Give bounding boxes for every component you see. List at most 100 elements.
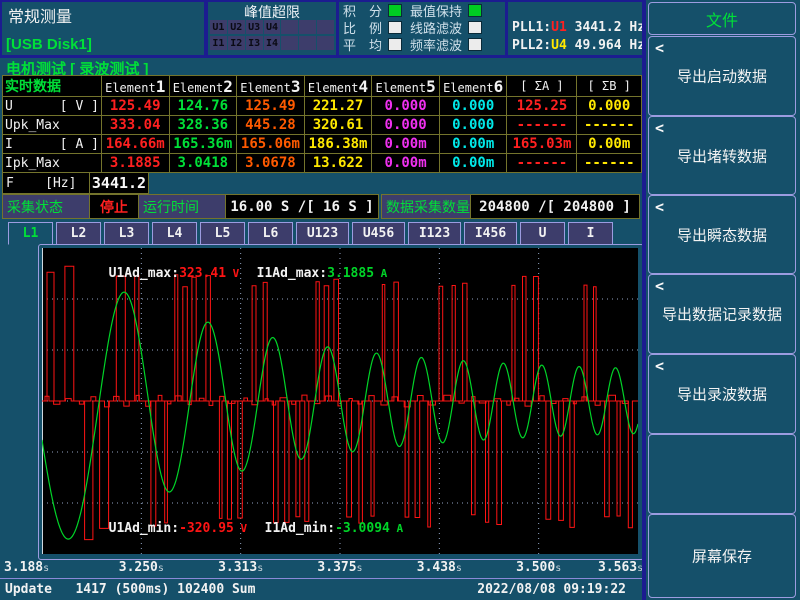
- column-header-element3: Element3: [237, 76, 305, 97]
- column-header-text: Element: [173, 81, 224, 95]
- column-header-number: 3: [291, 77, 301, 96]
- runtime-value: 16.00 S /[ 16 S ]: [225, 194, 379, 219]
- indicator-left-led: [388, 38, 402, 51]
- indicator-row: 积 分最值保持: [339, 2, 505, 19]
- column-header-text: Element: [240, 81, 291, 95]
- softkey-button-2[interactable]: <导出堵转数据: [648, 116, 796, 195]
- peak-cell-empty: [299, 20, 316, 34]
- i-max-unit: A: [374, 267, 387, 280]
- row-label: Ipk_Max: [3, 154, 102, 173]
- row-label: U [ V ]: [3, 97, 102, 116]
- column-header-element1: Element1: [101, 76, 169, 97]
- tab-u123[interactable]: U123: [296, 222, 349, 245]
- table-value: ------: [577, 116, 642, 135]
- softkey-button-3[interactable]: < 导出瞬态数据: [648, 195, 796, 274]
- peak-cell-u1: U1: [210, 20, 227, 34]
- u-min-name: U1Ad_min:: [109, 521, 179, 536]
- table-value: 125.49: [101, 97, 169, 116]
- tab-l3[interactable]: L3: [104, 222, 149, 245]
- i-min-value: -3.0094: [335, 521, 390, 536]
- acq-status-value: 停止: [89, 194, 139, 219]
- x-tick-label: 3.188s: [4, 560, 49, 575]
- pll1-readout: PLL1:U1 3441.2 Hz: [512, 20, 645, 35]
- back-arrow-icon: <: [655, 277, 664, 295]
- column-header-text: [ ΣA ]: [520, 79, 563, 93]
- column-header-number: 2: [223, 77, 233, 96]
- column-header-element5: Element5: [372, 76, 440, 97]
- table-value: 3.0678: [237, 154, 305, 173]
- indicator-right-label: 频率滤波: [410, 35, 462, 54]
- table-value: 221.27: [304, 97, 372, 116]
- table-value: 0.000: [372, 116, 440, 135]
- tab-l2[interactable]: L2: [56, 222, 101, 245]
- indicator-row: 平 均频率滤波: [339, 36, 505, 53]
- i-min-name: I1Ad_min:: [265, 521, 335, 536]
- mode-title: 常规测量: [8, 3, 72, 27]
- i-min-readout: I1Ad_min:-3.0094 A: [202, 506, 403, 551]
- peak-cell-empty: [317, 20, 334, 34]
- softkey-button-5[interactable]: <导出录波数据: [648, 354, 796, 434]
- table-value: 0.000: [577, 97, 642, 116]
- usb-disk-label: [USB Disk1]: [6, 36, 92, 53]
- back-arrow-icon: <: [655, 198, 664, 216]
- table-value: 0.00m: [439, 154, 507, 173]
- measurement-indicators-panel: 积 分最值保持比 例线路滤波平 均频率滤波: [339, 2, 505, 55]
- column-header-element4: Element4: [304, 76, 372, 97]
- column-header-text: [ ΣB ]: [588, 79, 631, 93]
- softkey-button-7[interactable]: 屏幕保存: [648, 514, 796, 598]
- column-header-number: 4: [358, 77, 368, 96]
- tab-i[interactable]: I: [568, 222, 613, 245]
- peak-overlimit-row-current: I1I2I3I4: [210, 36, 334, 50]
- realtime-data-table: 实时数据Element1Element2Element3Element4Elem…: [2, 75, 642, 173]
- column-header-number: 6: [494, 77, 504, 96]
- softkey-label: 导出录波数据: [649, 384, 795, 405]
- sample-count-value: 204800 /[ 204800 ]: [470, 194, 640, 219]
- acq-status-label: 采集状态: [2, 194, 94, 219]
- tab-l4[interactable]: L4: [152, 222, 197, 245]
- tab-i123[interactable]: I123: [408, 222, 461, 245]
- power-analyzer-screen: 常规测量 [USB Disk1] 峰值超限 U1U2U3U4 I1I2I3I4 …: [0, 0, 800, 600]
- softkey-button-empty[interactable]: [648, 434, 796, 514]
- tab-u456[interactable]: U456: [352, 222, 405, 245]
- peak-cell-i1: I1: [210, 36, 227, 50]
- tab-l6[interactable]: L6: [248, 222, 293, 245]
- u-max-name: U1Ad_max:: [109, 266, 179, 281]
- i-max-readout: I1Ad_max:3.1885 A: [194, 251, 387, 296]
- table-value: 0.000: [439, 97, 507, 116]
- table-value: 0.00m: [372, 154, 440, 173]
- tab-l5[interactable]: L5: [200, 222, 245, 245]
- peak-cell-i4: I4: [264, 36, 281, 50]
- indicator-right-led: [468, 4, 482, 17]
- softkey-label: 导出瞬态数据: [649, 224, 795, 245]
- table-value: 320.61: [304, 116, 372, 135]
- indicator-left-led: [388, 4, 402, 17]
- table-value: ------: [577, 154, 642, 173]
- indicator-row: 比 例线路滤波: [339, 19, 505, 36]
- tab-i456[interactable]: I456: [464, 222, 517, 245]
- tab-l1[interactable]: L1: [8, 222, 53, 245]
- table-value: 124.76: [169, 97, 237, 116]
- table-value: 3.0418: [169, 154, 237, 173]
- table-value: 328.36: [169, 116, 237, 135]
- x-tick-label: 3.313s: [218, 560, 263, 575]
- softkey-button-1[interactable]: <导出启动数据: [648, 36, 796, 116]
- softkey-button-4[interactable]: <导出数据记录数据: [648, 274, 796, 354]
- frequency-value: 3441.2: [89, 172, 149, 194]
- row-label: Upk_Max: [3, 116, 102, 135]
- column-header-text: Element: [308, 81, 359, 95]
- i-min-unit: A: [390, 522, 403, 535]
- column-header-element6: Element6: [439, 76, 507, 97]
- peak-cell-empty: [281, 20, 298, 34]
- column-header-text: Element: [443, 81, 494, 95]
- row-label: I [ A ]: [3, 135, 102, 154]
- softkey-label: 导出堵转数据: [649, 145, 795, 166]
- pll-name: PLL2:: [512, 38, 551, 53]
- tab-u[interactable]: U: [520, 222, 565, 245]
- peak-cell-i2: I2: [228, 36, 245, 50]
- peak-overlimit-panel: 峰值超限 U1U2U3U4 I1I2I3I4: [208, 2, 336, 55]
- table-value: 165.06m: [237, 135, 305, 154]
- column-header-number: 5: [426, 77, 436, 96]
- x-tick-label: 3.500s: [516, 560, 561, 575]
- table-value: 3.1885: [101, 154, 169, 173]
- table-value: 0.00m: [577, 135, 642, 154]
